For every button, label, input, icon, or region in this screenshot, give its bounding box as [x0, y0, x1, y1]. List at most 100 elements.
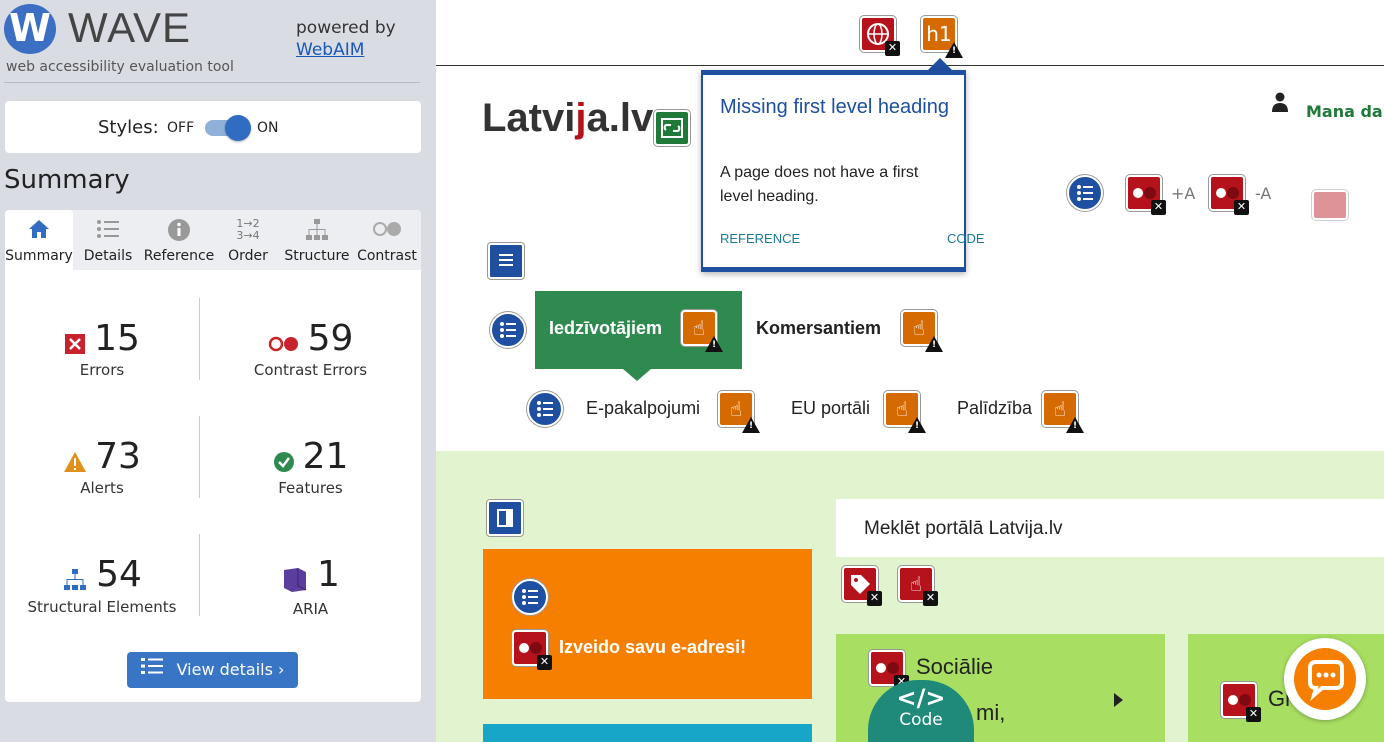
contrast-icon: [353, 218, 421, 244]
features-stat[interactable]: 21 Features: [200, 436, 421, 497]
code-panel-toggle[interactable]: </> Code: [868, 680, 974, 742]
warning-icon: !: [742, 417, 760, 433]
aside-structure-icon[interactable]: [487, 500, 523, 536]
close-icon: ✕: [1151, 200, 1166, 215]
tab-summary[interactable]: Summary: [5, 210, 73, 270]
empty-button-error-icon[interactable]: ☝ ✕: [898, 566, 938, 606]
list-icon: [500, 322, 516, 338]
list-structure-icon[interactable]: [1067, 175, 1103, 211]
code-tab-label: Code: [899, 710, 943, 730]
home-icon: [5, 218, 73, 244]
alert-icon: [63, 451, 87, 477]
page-level-icons-bar: [436, 0, 1384, 66]
tab-label: Structure: [284, 248, 350, 264]
wave-subtitle: web accessibility evaluation tool: [6, 59, 234, 75]
linked-image-feature-icon[interactable]: [654, 110, 690, 146]
nav-item-palidziba[interactable]: Palīdzība: [957, 398, 1032, 419]
error-icon: [64, 333, 86, 359]
aria-count: 1: [317, 554, 340, 595]
list-structure-icon[interactable]: [512, 579, 548, 615]
chevron-right-icon[interactable]: [1112, 692, 1124, 708]
tab-contrast[interactable]: Contrast: [353, 210, 421, 270]
divider: [4, 82, 420, 83]
errors-label: Errors: [79, 361, 125, 379]
missing-h1-alert-icon[interactable]: h1 !: [921, 16, 963, 58]
contrast-error-icon[interactable]: ✕: [1126, 175, 1166, 215]
popup-reference-link[interactable]: REFERENCE: [720, 231, 800, 246]
features-label: Features: [278, 479, 343, 497]
missing-h1-popup: Missing first level heading A page does …: [701, 70, 985, 272]
list-structure-icon[interactable]: [527, 391, 563, 427]
decrease-text-button[interactable]: -A: [1255, 184, 1271, 203]
latvija-logo[interactable]: Latvija.lv: [482, 96, 653, 141]
structural-stat[interactable]: 54 Structural Elements: [5, 554, 199, 616]
chat-widget-button[interactable]: [1284, 638, 1366, 720]
errors-stat[interactable]: 15 Errors: [5, 318, 199, 379]
contrast-error-icon[interactable]: ✕: [512, 630, 552, 670]
contrast-error-icon[interactable]: ✕: [869, 650, 909, 690]
tab-label: Reference: [143, 248, 215, 264]
search-placeholder[interactable]: Meklēt portālā Latvija.lv: [864, 518, 1063, 540]
code-icon: </>: [896, 684, 946, 712]
close-icon: ✕: [923, 591, 938, 606]
missing-label-error-icon[interactable]: ✕: [842, 566, 882, 606]
e-address-banner[interactable]: [483, 549, 812, 699]
alerts-count: 73: [95, 436, 141, 477]
tab-details[interactable]: Details: [73, 210, 143, 270]
summary-panel: Summary Details Reference 1→23→4 Order: [5, 210, 421, 702]
language-error-icon[interactable]: ✕: [860, 16, 900, 56]
contrast-icon: [268, 336, 300, 356]
card-title-socialie[interactable]: Sociālie: [916, 654, 993, 680]
user-icon[interactable]: [1271, 92, 1289, 112]
nav-item-e-pakalpojumi[interactable]: E-pakalpojumi: [586, 398, 700, 419]
tab-order[interactable]: 1→2 3→4 Order: [215, 210, 281, 270]
feature-check-icon: [273, 451, 295, 477]
page-preview: ✕ h1 ! Latvija.lv Missing first level he…: [436, 0, 1384, 742]
warning-icon: !: [1066, 417, 1084, 433]
view-details-button[interactable]: View details ›: [127, 652, 298, 688]
aria-stat[interactable]: 1 ARIA: [200, 554, 421, 618]
alerts-stat[interactable]: 73 Alerts: [5, 436, 199, 497]
summary-heading: Summary: [4, 165, 130, 195]
list-icon: [522, 589, 538, 605]
styles-toggle-knob[interactable]: [225, 115, 251, 141]
redundant-link-alert-icon[interactable]: ☝ !: [884, 391, 926, 433]
contrast-errors-stat[interactable]: 59 Contrast Errors: [200, 318, 421, 379]
alerts-label: Alerts: [80, 479, 124, 497]
tab-label: Contrast: [357, 248, 417, 264]
panel-tabs: Summary Details Reference 1→23→4 Order: [5, 210, 421, 270]
redundant-link-alert-icon[interactable]: ☝ !: [1042, 391, 1084, 433]
tab-structure[interactable]: Structure: [281, 210, 353, 270]
styles-off-label: OFF: [167, 120, 195, 136]
list-icon: [537, 401, 553, 417]
styles-label: Styles:: [98, 117, 159, 138]
e-address-link[interactable]: Izveido savu e-adresi!: [559, 637, 746, 658]
nav-item-iedzivotajiem[interactable]: Iedzīvotājiem: [549, 318, 662, 339]
structural-label: Structural Elements: [27, 597, 177, 616]
contrast-error-icon[interactable]: ✕: [1221, 682, 1261, 722]
increase-text-button[interactable]: +A: [1171, 184, 1195, 203]
webaim-link[interactable]: WebAIM: [296, 40, 364, 60]
redundant-link-alert-icon[interactable]: ☝ !: [681, 310, 723, 352]
errors-count: 15: [94, 318, 140, 359]
popup-title: Missing first level heading: [720, 96, 949, 118]
list-structure-icon[interactable]: [490, 312, 526, 348]
mana-link[interactable]: Mana dar: [1306, 102, 1384, 121]
tab-reference[interactable]: Reference: [143, 210, 215, 270]
redundant-link-alert-icon[interactable]: ☝ !: [718, 391, 760, 433]
close-icon: ✕: [1246, 707, 1261, 722]
wave-logo-text: WAVE: [68, 4, 192, 51]
close-icon: ✕: [885, 41, 900, 56]
view-details-label: View details ›: [176, 660, 285, 679]
popup-code-link[interactable]: CODE: [947, 231, 985, 246]
nav-item-eu-portali[interactable]: EU portāli: [791, 398, 870, 419]
structure-icon: [281, 218, 353, 244]
nav-item-komersantiem[interactable]: Komersantiem: [756, 318, 881, 339]
contrast-error-icon[interactable]: ✕: [1209, 175, 1249, 215]
header-structure-icon[interactable]: [488, 243, 524, 279]
header-icon: [499, 254, 513, 266]
aside-icon: [497, 509, 513, 527]
redundant-link-alert-icon[interactable]: ☝ !: [901, 310, 943, 352]
card-title-line2[interactable]: mi,: [976, 700, 1005, 726]
features-count: 21: [302, 436, 349, 477]
